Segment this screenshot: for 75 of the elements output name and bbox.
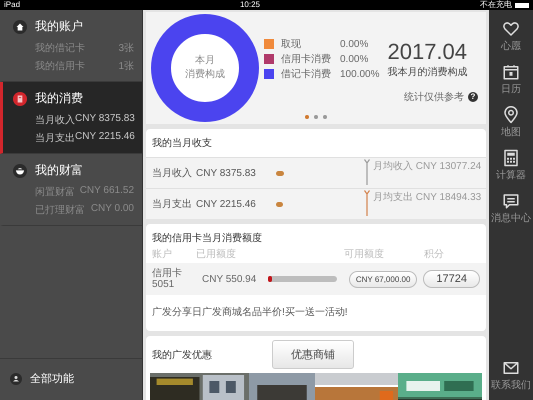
average-marker-icon (364, 190, 370, 216)
legend-value: 100.00% (339, 68, 380, 80)
note-text: 统计仅供参考 (404, 90, 464, 104)
column-header: 积分 (424, 248, 445, 261)
page-dot[interactable] (314, 115, 318, 119)
carrier-label: iPad (4, 0, 20, 10)
row-label: 当月收入 (152, 166, 193, 180)
card-number: 5051 (152, 279, 176, 290)
row-label: 已打理财富 (35, 204, 85, 217)
period-label: 2017.04 (387, 39, 468, 65)
legend-label: 信用卡消费 (281, 52, 331, 66)
row-amount: CNY 2215.46 (196, 198, 257, 210)
points-button[interactable]: 17724 (423, 270, 480, 288)
row-value: 3张 (118, 42, 134, 55)
row-value: CNY 2215.46 (75, 131, 135, 144)
row-value: CNY 0.00 (90, 203, 134, 216)
chat-icon (502, 192, 520, 210)
row-label: 闲置财富 (35, 186, 75, 199)
shops-button[interactable]: 优惠商铺 (272, 340, 354, 369)
people-icon (10, 372, 22, 384)
row-value: 1张 (118, 60, 134, 73)
legend-value: 0.00% (339, 38, 370, 50)
rail-link[interactable]: 联系我们 (491, 378, 531, 392)
average-marker-icon (364, 159, 370, 185)
row-value: CNY 8375.83 (75, 113, 135, 126)
available-button[interactable]: CNY 67,000.00 (348, 270, 418, 288)
card-name: 信用卡 (152, 268, 183, 279)
rail-link[interactable]: 消息中心 (491, 211, 531, 225)
row-label: 当月支出 (152, 198, 193, 211)
row-label: 我的借记卡 (35, 42, 85, 55)
section-title: 我的消费 (35, 90, 83, 107)
average-label: 月均支出 CNY 18494.33 (373, 190, 482, 204)
section-title: 我的账户 (35, 18, 83, 35)
card-title: 我的信用卡当月消费额度 (151, 232, 263, 246)
card-title: 我的当月收支 (151, 136, 213, 151)
column-header: 已用额度 (196, 248, 237, 261)
sidebar-section[interactable]: 我的财富 闲置财富 CNY 661.52 已打理财富 CNY 0.00 (0, 154, 142, 226)
period-caption: 我本月的消费构成 (387, 66, 468, 79)
heart-icon (502, 20, 520, 38)
used-amount: CNY 550.94 (202, 274, 258, 284)
calculator-icon (502, 149, 520, 167)
rail-link[interactable]: 日历 (501, 82, 521, 96)
battery-icon (514, 2, 529, 8)
clock: 10:25 (240, 0, 260, 10)
row-label: 我的信用卡 (35, 60, 85, 73)
calendar-icon (502, 63, 520, 81)
average-label: 月均收入 CNY 13077.24 (373, 160, 482, 173)
sidebar-section[interactable]: 我的消费 当月收入CNY 8375.83 当月支出CNY 2215.46 (0, 82, 142, 154)
legend-value: 0.00% (339, 54, 370, 64)
row-label: 当月支出 (35, 132, 75, 145)
charging-status: 不在充电 (480, 0, 512, 10)
legend-label: 借记卡消费 (281, 68, 331, 81)
help-icon[interactable]: ? (468, 92, 478, 102)
bowl-icon (13, 164, 27, 178)
all-functions-link[interactable]: 全部功能 (30, 371, 74, 386)
row-amount: CNY 8375.83 (196, 168, 257, 178)
page-dot[interactable] (305, 115, 309, 119)
section-title: 我的财富 (35, 162, 83, 179)
column-header: 账户 (152, 248, 173, 261)
rail-link[interactable]: 地图 (501, 125, 521, 139)
donut-center-label: 本月 (195, 54, 215, 68)
row-label: 当月收入 (35, 114, 75, 127)
row-value: CNY 661.52 (80, 185, 134, 198)
column-header: 可用额度 (344, 248, 385, 261)
legend-label: 取现 (281, 38, 302, 51)
receipt-icon (13, 92, 27, 106)
rail-link[interactable]: 计算器 (496, 168, 526, 182)
page-dot[interactable] (323, 115, 327, 119)
card-title: 我的广发优惠 (152, 348, 212, 362)
map-pin-icon (502, 106, 520, 124)
promo-text: 广发分享日广发商城名品半价!买一送一活动! (151, 306, 349, 320)
donut-center-label: 消费构成 (185, 68, 225, 82)
mail-icon (502, 359, 520, 377)
home-icon (13, 20, 27, 34)
rail-link[interactable]: 心愿 (501, 39, 521, 53)
